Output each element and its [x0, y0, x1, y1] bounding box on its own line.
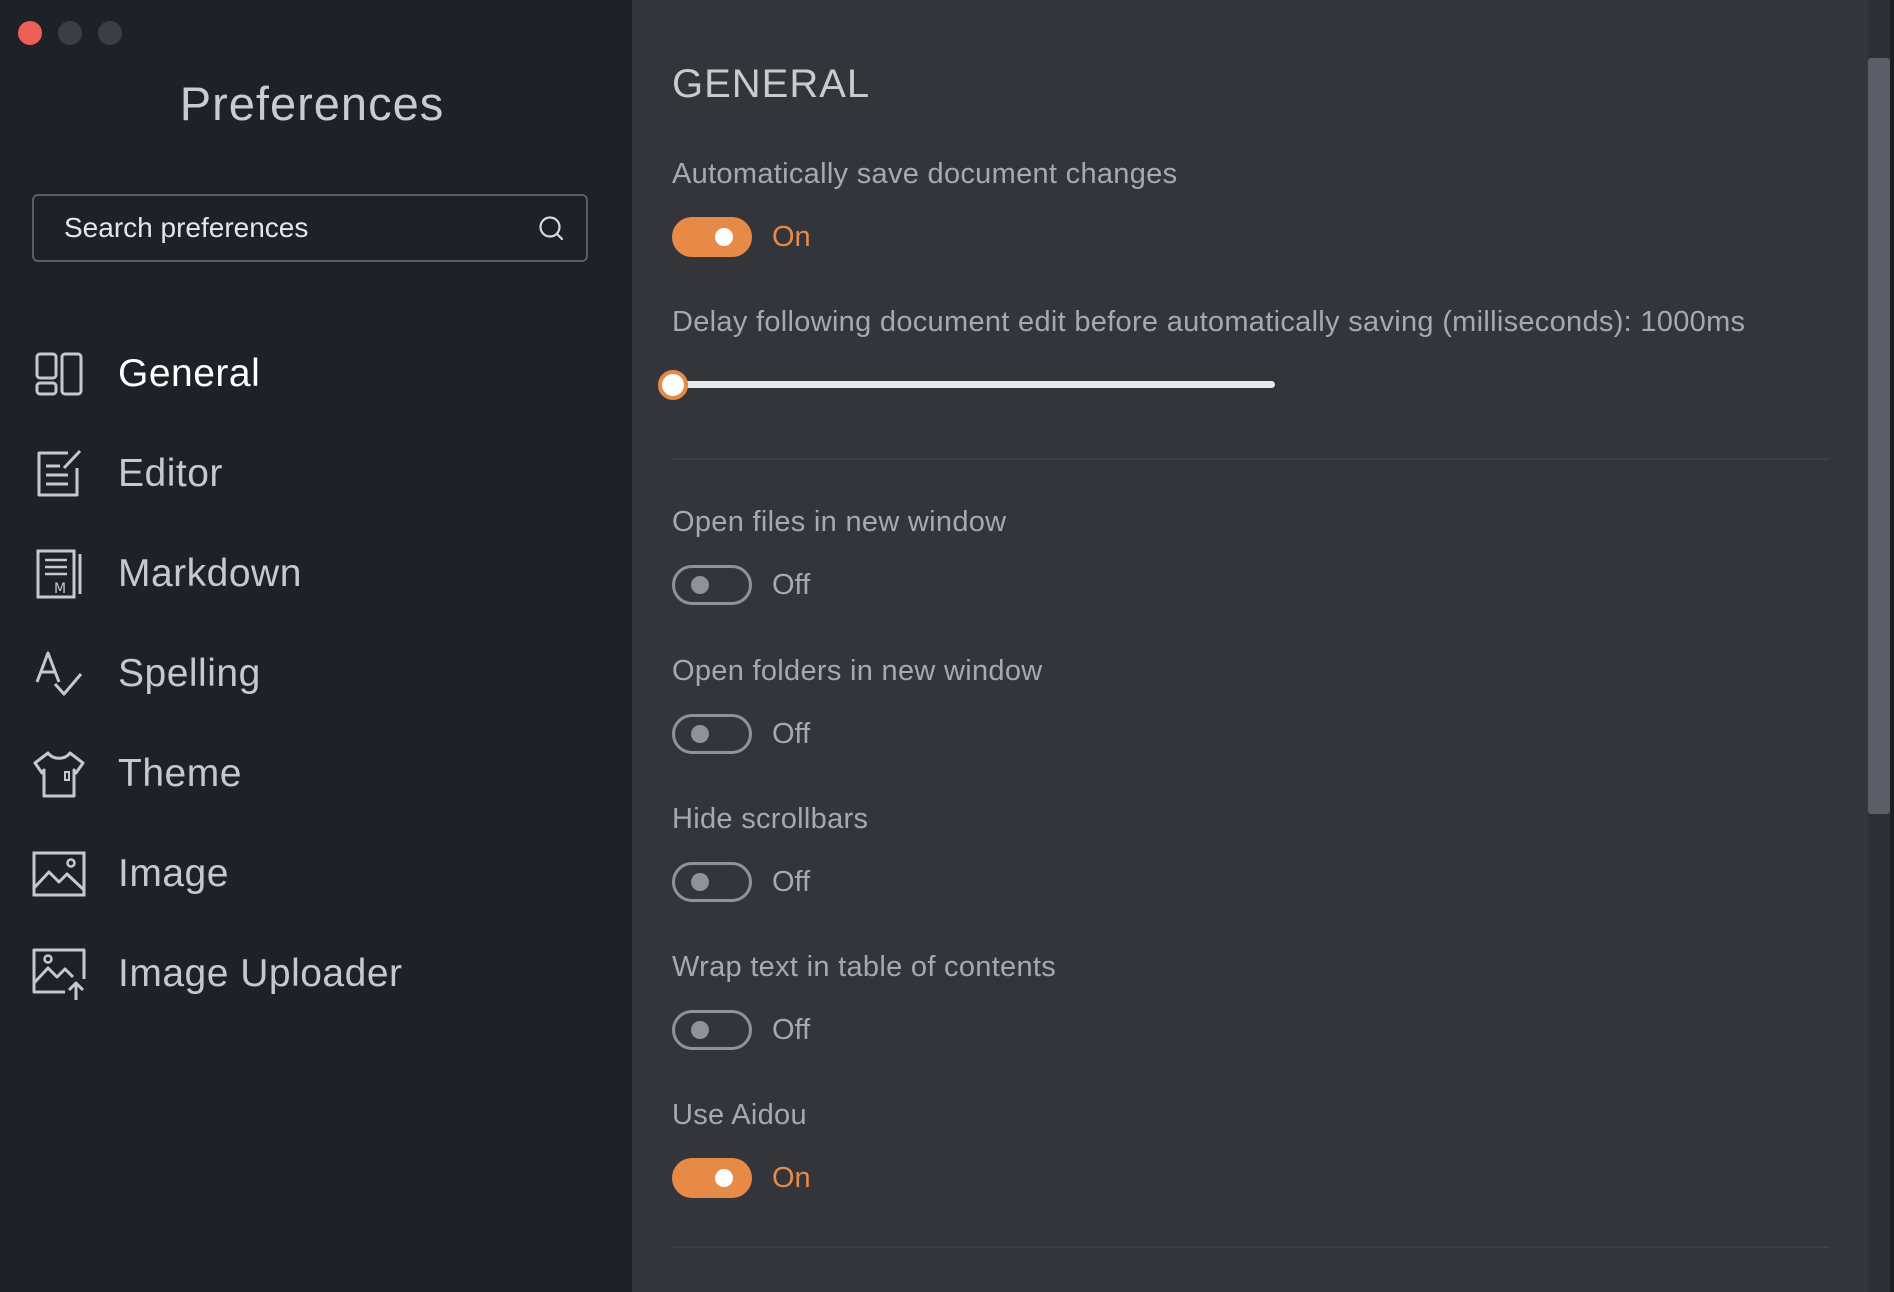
setting-use-aidou: Use Aidou On [672, 1099, 811, 1198]
sidebar-nav: General Editor M Markdown Spelling Theme… [0, 324, 632, 1024]
setting-label: Hide scrollbars [672, 803, 869, 835]
scrollbar-thumb[interactable] [1868, 58, 1890, 814]
toggle-state: Off [772, 717, 811, 750]
window-edge [1890, 0, 1894, 1292]
divider [672, 1246, 1830, 1248]
toggle-state: Off [772, 1013, 811, 1046]
toggle-state: Off [772, 865, 811, 898]
image-icon [30, 845, 88, 903]
sidebar: Preferences General [0, 0, 632, 1292]
sidebar-item-label: Markdown [118, 552, 302, 595]
setting-wrap-toc: Wrap text in table of contents Off [672, 951, 1056, 1050]
window-controls [18, 21, 122, 45]
setting-label: Delay following document edit before aut… [672, 306, 1746, 338]
theme-icon [30, 745, 88, 803]
zoom-window-button[interactable] [98, 21, 122, 45]
slider-track[interactable] [672, 381, 1275, 388]
setting-label: Open folders in new window [672, 655, 1043, 687]
settings-panel: GENERAL Automatically save document chan… [632, 0, 1894, 1292]
search-box[interactable] [32, 194, 588, 262]
setting-open-folders-new-window: Open folders in new window Off [672, 655, 1043, 754]
autosave-delay-slider[interactable] [658, 370, 1275, 400]
general-icon [30, 345, 88, 403]
editor-icon [30, 445, 88, 503]
sidebar-item-label: Image Uploader [118, 952, 403, 995]
setting-label: Use Aidou [672, 1099, 807, 1131]
markdown-icon: M [30, 545, 88, 603]
spelling-icon [30, 645, 88, 703]
sidebar-item-image-uploader[interactable]: Image Uploader [0, 924, 632, 1024]
open-folders-new-window-toggle[interactable] [672, 714, 752, 754]
sidebar-item-markdown[interactable]: M Markdown [0, 524, 632, 624]
sidebar-item-spelling[interactable]: Spelling [0, 624, 632, 724]
setting-autosave-delay: Delay following document edit before aut… [672, 306, 1745, 339]
autosave-toggle[interactable] [672, 217, 752, 257]
toggle-state: On [772, 1161, 811, 1194]
sidebar-item-theme[interactable]: Theme [0, 724, 632, 824]
minimize-window-button[interactable] [58, 21, 82, 45]
open-files-new-window-toggle[interactable] [672, 565, 752, 605]
wrap-toc-toggle[interactable] [672, 1010, 752, 1050]
toggle-state: Off [772, 568, 811, 601]
svg-text:M: M [54, 581, 66, 597]
sidebar-item-label: Image [118, 852, 229, 895]
search-icon[interactable] [536, 213, 566, 243]
slider-thumb[interactable] [658, 370, 688, 400]
use-aidou-toggle[interactable] [672, 1158, 752, 1198]
toggle-state: On [772, 220, 811, 253]
image-uploader-icon [30, 945, 88, 1003]
sidebar-item-general[interactable]: General [0, 324, 632, 424]
hide-scrollbars-toggle[interactable] [672, 862, 752, 902]
divider [672, 458, 1830, 460]
sidebar-item-label: Spelling [118, 652, 261, 695]
setting-open-files-new-window: Open files in new window Off [672, 506, 1006, 605]
section-title: GENERAL [672, 62, 871, 106]
setting-label: Open files in new window [672, 506, 1007, 538]
sidebar-item-image[interactable]: Image [0, 824, 632, 924]
preferences-window: Preferences General [0, 0, 1894, 1292]
setting-autosave: Automatically save document changes On [672, 158, 1177, 257]
setting-label: Automatically save document changes [672, 158, 1178, 190]
close-window-button[interactable] [18, 21, 42, 45]
sidebar-item-label: General [118, 352, 261, 395]
sidebar-title: Preferences [179, 77, 445, 130]
setting-hide-scrollbars: Hide scrollbars Off [672, 803, 868, 902]
sidebar-item-editor[interactable]: Editor [0, 424, 632, 524]
sidebar-item-label: Theme [118, 752, 242, 795]
setting-label: Wrap text in table of contents [672, 951, 1057, 983]
sidebar-item-label: Editor [118, 452, 223, 495]
search-input[interactable] [34, 211, 536, 245]
